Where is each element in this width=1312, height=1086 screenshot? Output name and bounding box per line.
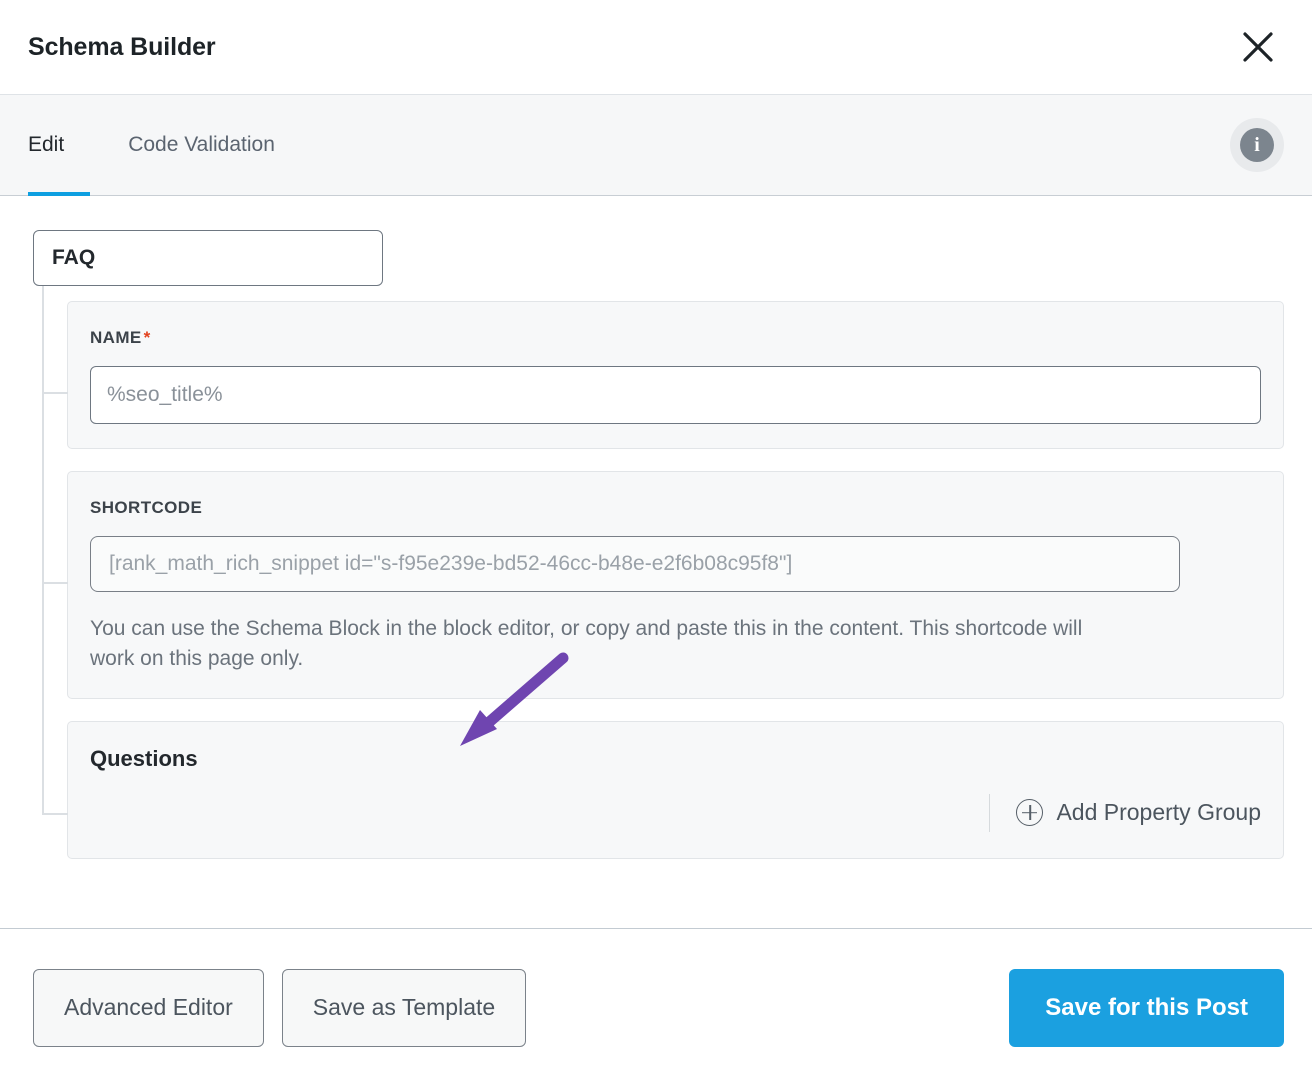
questions-actions: Add Property Group	[90, 793, 1261, 832]
info-button-wrap: i	[1230, 95, 1284, 195]
property-panels: NAME* SHORTCODE You can use the Schema B…	[67, 286, 1284, 859]
shortcode-help-text: You can use the Schema Block in the bloc…	[90, 617, 1083, 670]
questions-title: Questions	[90, 745, 198, 771]
questions-panel: Questions Add Property Group	[67, 720, 1284, 859]
schema-type-label: FAQ	[52, 246, 96, 269]
required-marker: *	[143, 328, 151, 347]
name-label-text: NAME	[90, 328, 142, 347]
schema-type-field[interactable]: FAQ	[33, 230, 383, 286]
info-button[interactable]: i	[1230, 118, 1284, 172]
advanced-editor-button[interactable]: Advanced Editor	[33, 968, 264, 1047]
name-panel: NAME *	[67, 301, 1284, 449]
name-input[interactable]	[90, 366, 1261, 424]
save-for-this-post-button[interactable]: Save for this Post	[1009, 968, 1284, 1047]
close-button[interactable]	[1236, 25, 1280, 69]
schema-builder-modal: Schema Builder Edit Code Validation i FA…	[0, 0, 1312, 1086]
modal-header: Schema Builder	[0, 0, 1312, 95]
tab-code-validation-label: Code Validation	[128, 133, 275, 156]
close-icon	[1241, 30, 1275, 64]
tab-list: Edit Code Validation	[28, 95, 293, 196]
shortcode-input[interactable]	[90, 536, 1180, 592]
name-field-label: NAME *	[90, 328, 1261, 348]
modal-footer: Advanced Editor Save as Template Save fo…	[0, 928, 1312, 1086]
tree-branch-name	[42, 392, 68, 394]
action-divider	[989, 793, 991, 832]
tree-branch-questions	[42, 813, 68, 815]
shortcode-panel: SHORTCODE You can use the Schema Block i…	[67, 471, 1284, 699]
add-property-group-label: Add Property Group	[1056, 799, 1261, 826]
save-as-template-button[interactable]: Save as Template	[281, 968, 527, 1047]
tab-bar: Edit Code Validation i	[0, 95, 1312, 196]
property-tree: NAME* SHORTCODE You can use the Schema B…	[33, 286, 1284, 859]
add-property-group-button[interactable]: Add Property Group	[1016, 799, 1261, 827]
tree-branch-shortcode	[42, 582, 68, 584]
tab-code-validation[interactable]: Code Validation	[110, 95, 293, 195]
tab-edit[interactable]: Edit	[28, 95, 91, 196]
shortcode-field-label: SHORTCODE	[90, 498, 203, 517]
tree-trunk-line	[42, 286, 44, 815]
footer-left-actions: Advanced Editor Save as Template	[33, 968, 527, 1047]
tab-edit-label: Edit	[28, 133, 65, 156]
page-title: Schema Builder	[28, 32, 216, 61]
plus-circle-icon	[1016, 799, 1044, 827]
info-icon: i	[1240, 128, 1274, 162]
modal-body: FAQ NAME* SHORTCODE You can us	[0, 196, 1312, 928]
